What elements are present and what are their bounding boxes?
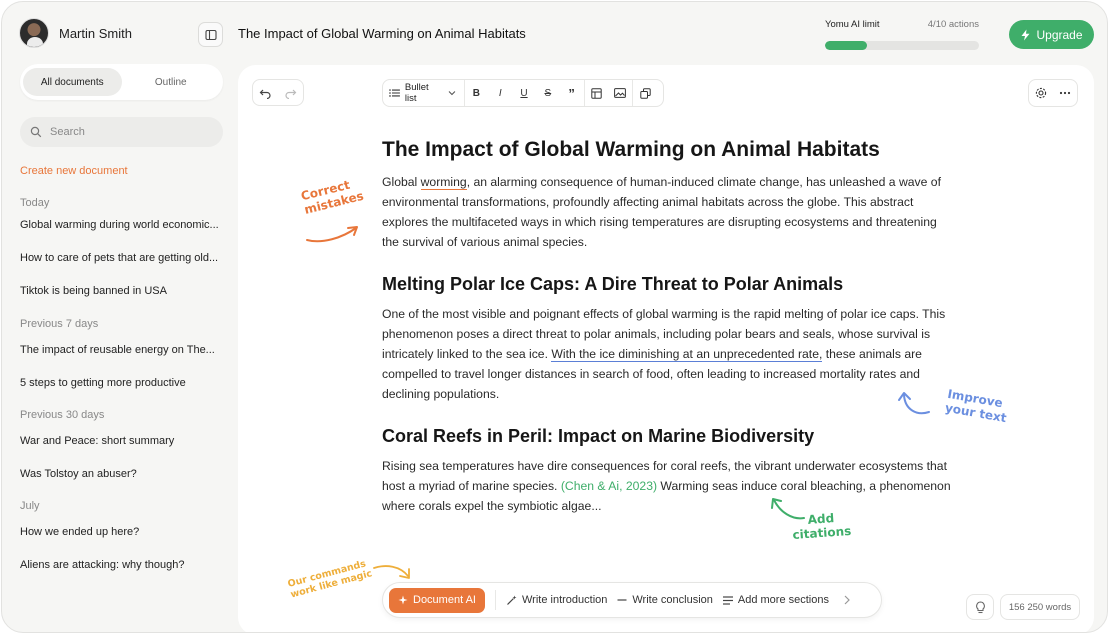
group-label: Previous 7 days	[20, 318, 99, 330]
sections-icon	[722, 595, 733, 605]
editor-extra-tools	[1028, 79, 1078, 107]
search-icon	[30, 126, 42, 138]
ai-command-bar: Document AI Write introduction Write con…	[382, 582, 882, 618]
dash-icon	[617, 599, 627, 601]
block-style-select[interactable]: Bullet list	[389, 80, 465, 106]
section-heading: Coral Reefs in Peril: Impact on Marine B…	[382, 426, 815, 446]
doc-group-previous-30-days: Previous 30 days War and Peace: short su…	[20, 409, 225, 484]
format-toolbar: Bullet list B I U S ”	[382, 79, 664, 107]
citation[interactable]: (Chen & Ai, 2023)	[561, 479, 657, 493]
add-sections-button[interactable]: Add more sections	[722, 594, 829, 606]
bold-button[interactable]: B	[465, 80, 489, 106]
app-window: Martin Smith The Impact of Global Warmin…	[1, 1, 1108, 633]
curved-arrow-icon	[373, 565, 410, 579]
toggle-sidebar-button[interactable]	[198, 22, 223, 47]
curved-arrow-icon	[771, 498, 805, 520]
image-button[interactable]	[608, 80, 632, 106]
settings-icon[interactable]	[1035, 87, 1047, 99]
list-item[interactable]: War and Peace: short summary	[20, 435, 225, 451]
undo-icon[interactable]	[259, 87, 272, 99]
more-icon[interactable]	[1059, 91, 1071, 95]
ai-limit-bar-fill	[825, 41, 867, 50]
write-introduction-button[interactable]: Write introduction	[506, 594, 607, 606]
copy-icon	[639, 87, 651, 99]
tab-outline[interactable]: Outline	[122, 68, 221, 96]
add-sections-label: Add more sections	[737, 594, 829, 606]
sidebar-view-switch: All documents Outline	[20, 64, 223, 100]
group-label: Today	[20, 197, 50, 209]
ai-limit-label: Yomu AI limit	[825, 19, 880, 30]
spelling-error-mark[interactable]: worming	[420, 175, 467, 190]
list-item[interactable]: The impact of reusable energy on The...	[20, 344, 225, 360]
list-item[interactable]: 5 steps to getting more productive	[20, 377, 225, 393]
user-profile[interactable]: Martin Smith	[19, 18, 132, 48]
doc-group-today: Today Global warming during world econom…	[20, 197, 225, 301]
table-icon	[591, 87, 602, 99]
chevron-down-icon	[448, 91, 455, 96]
document-title: The Impact of Global Warming on Animal H…	[238, 26, 526, 41]
document-ai-label: Document AI	[413, 594, 476, 606]
word-count: 156 250 words	[1000, 594, 1080, 620]
list-icon	[389, 89, 400, 97]
section-heading: Melting Polar Ice Caps: A Dire Threat to…	[382, 274, 844, 294]
list-item[interactable]: Tiktok is being banned in USA	[20, 285, 225, 301]
image-icon	[614, 88, 627, 98]
write-introduction-label: Write introduction	[521, 594, 608, 606]
text-run: Global	[382, 175, 421, 189]
group-label: July	[20, 500, 40, 512]
chevron-right-icon[interactable]	[843, 595, 851, 605]
document-heading: The Impact of Global Warming on Animal H…	[382, 138, 880, 161]
tips-button[interactable]	[966, 594, 994, 620]
list-item[interactable]: How to care of pets that are getting old…	[20, 252, 225, 268]
improvement-mark[interactable]: With the ice diminishing at an unprecede…	[551, 347, 823, 362]
search-input[interactable]	[50, 126, 200, 138]
lightning-icon	[1021, 29, 1030, 40]
lightbulb-icon	[975, 600, 985, 613]
block-style-value: Bullet list	[404, 82, 429, 104]
search-box	[20, 117, 223, 147]
paragraph-intro: Global worming, an alarming consequence …	[382, 172, 952, 252]
list-item[interactable]: Aliens are attacking: why though?	[20, 559, 225, 575]
editor-panel: Bullet list B I U S ” The Impact of Glob…	[238, 65, 1094, 632]
list-item[interactable]: Was Tolstoy an abuser?	[20, 468, 225, 484]
create-document-link[interactable]: Create new document	[20, 165, 128, 177]
document-body[interactable]: The Impact of Global Warming on Animal H…	[382, 137, 952, 516]
list-item[interactable]: Global warming during world economic...	[20, 219, 225, 235]
sparkle-icon	[398, 595, 408, 605]
ai-limit-meter: Yomu AI limit 4/10 actions	[825, 19, 979, 50]
doc-group-previous-7-days: Previous 7 days The impact of reusable e…	[20, 318, 225, 393]
curved-arrow-icon	[898, 392, 930, 415]
quote-button[interactable]: ”	[560, 80, 584, 106]
user-name: Martin Smith	[59, 25, 132, 41]
upgrade-button[interactable]: Upgrade	[1009, 20, 1094, 49]
tab-all-documents[interactable]: All documents	[23, 68, 122, 96]
avatar[interactable]	[19, 18, 49, 48]
write-conclusion-button[interactable]: Write conclusion	[617, 594, 713, 606]
italic-button[interactable]: I	[488, 80, 512, 106]
magic-wand-icon	[507, 595, 517, 605]
write-conclusion-label: Write conclusion	[632, 594, 713, 606]
copy-button[interactable]	[633, 80, 657, 106]
upgrade-label: Upgrade	[1036, 27, 1083, 42]
ai-limit-count: 4/10 actions	[927, 19, 979, 30]
table-button[interactable]	[585, 80, 609, 106]
sidebar-icon	[204, 29, 217, 40]
redo-icon[interactable]	[284, 87, 297, 99]
curved-arrow-icon	[306, 226, 358, 243]
document-ai-button[interactable]: Document AI	[389, 587, 485, 613]
list-item[interactable]: How we ended up here?	[20, 526, 225, 542]
doc-group-july: July How we ended up here? Aliens are at…	[20, 500, 225, 575]
group-label: Previous 30 days	[20, 409, 105, 421]
text-run: , an alarming consequence of human-induc…	[382, 175, 941, 249]
paragraph-coral: Rising sea temperatures have dire conseq…	[382, 456, 952, 516]
ai-limit-bar	[825, 41, 979, 50]
history-controls	[252, 79, 304, 106]
strikethrough-button[interactable]: S	[536, 80, 560, 106]
command-divider	[494, 590, 496, 610]
paragraph-polar: One of the most visible and poignant eff…	[382, 304, 952, 404]
underline-button[interactable]: U	[512, 80, 536, 106]
